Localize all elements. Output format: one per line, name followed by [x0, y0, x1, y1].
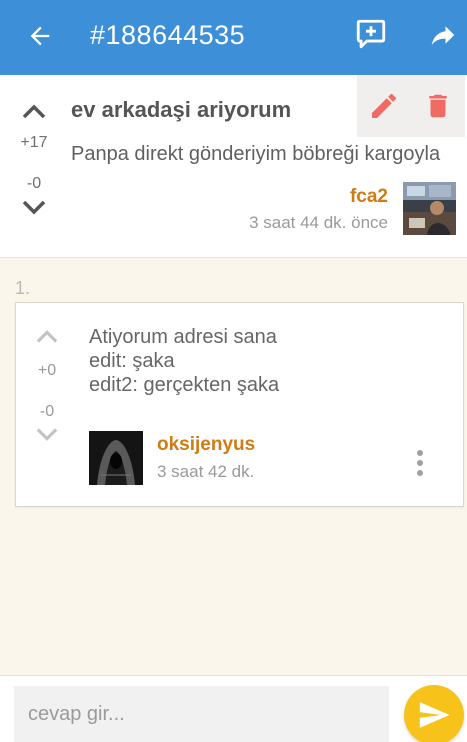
comment-upvote-button[interactable] — [25, 325, 69, 347]
add-comment-button[interactable] — [352, 15, 390, 53]
edit-button[interactable] — [365, 87, 403, 125]
comment-author[interactable]: oksijenyus — [157, 434, 255, 456]
upvote-count: +17 — [20, 134, 48, 151]
comment-vote-column: +0 -0 — [25, 325, 69, 446]
avatar-image — [89, 431, 143, 485]
trash-icon — [429, 94, 447, 118]
post-title: ev arkadaşi ariyorum — [71, 97, 292, 122]
post-author-avatar[interactable] — [403, 182, 456, 235]
post-author[interactable]: fca2 — [350, 186, 388, 208]
avatar-image — [403, 182, 456, 235]
comment-line: edit2: gerçekten şaka — [89, 374, 280, 396]
chevron-up-icon — [22, 104, 46, 119]
more-vertical-icon-dot — [417, 460, 423, 466]
post-tools — [357, 75, 465, 137]
send-button[interactable] — [404, 685, 464, 742]
chevron-down-icon — [22, 200, 46, 215]
pencil-icon — [372, 93, 396, 118]
comment-body: Atiyorum adresi sana edit: şaka edit2: g… — [89, 325, 279, 397]
comment-line: Atiyorum adresi sana — [89, 326, 277, 348]
back-button[interactable] — [22, 18, 58, 54]
downvote-count: -0 — [26, 175, 42, 192]
reply-input[interactable] — [14, 686, 389, 742]
comment-more-button[interactable] — [408, 443, 432, 483]
share-icon — [431, 26, 455, 45]
comment-upvote-count: +0 — [37, 362, 57, 379]
app-bar: #188644535 — [0, 0, 467, 75]
comment-author-avatar[interactable] — [89, 431, 143, 485]
send-icon — [419, 702, 450, 728]
comment-time: 3 saat 42 dk. — [157, 462, 255, 481]
reply-bar — [0, 675, 467, 742]
comment-plus-icon — [356, 19, 386, 49]
post-body: Panpa direkt gönderiyim böbreği kargoyla — [71, 143, 441, 165]
chevron-up-icon — [36, 330, 58, 343]
more-vertical-icon-dot — [417, 470, 423, 476]
post-vote-column: +17 -0 — [12, 99, 56, 220]
page-title: #188644535 — [90, 20, 246, 50]
comment-card: +0 -0 Atiyorum adresi sana edit: şaka ed… — [15, 302, 464, 507]
share-button[interactable] — [424, 16, 462, 54]
arrow-left-icon — [30, 26, 50, 46]
downvote-button[interactable] — [12, 196, 56, 220]
delete-button[interactable] — [419, 87, 457, 125]
post-card: +17 -0 ev arkadaşi ariyorum Panpa direkt… — [0, 75, 467, 258]
comment-line: edit: şaka — [89, 350, 175, 372]
comment-index: 1. — [15, 278, 31, 298]
post-time: 3 saat 44 dk. önce — [249, 213, 388, 232]
comment-downvote-button[interactable] — [25, 424, 69, 446]
more-vertical-icon — [417, 450, 423, 456]
chevron-down-icon — [36, 428, 58, 441]
upvote-button[interactable] — [12, 99, 56, 123]
comment-downvote-count: -0 — [39, 403, 55, 420]
